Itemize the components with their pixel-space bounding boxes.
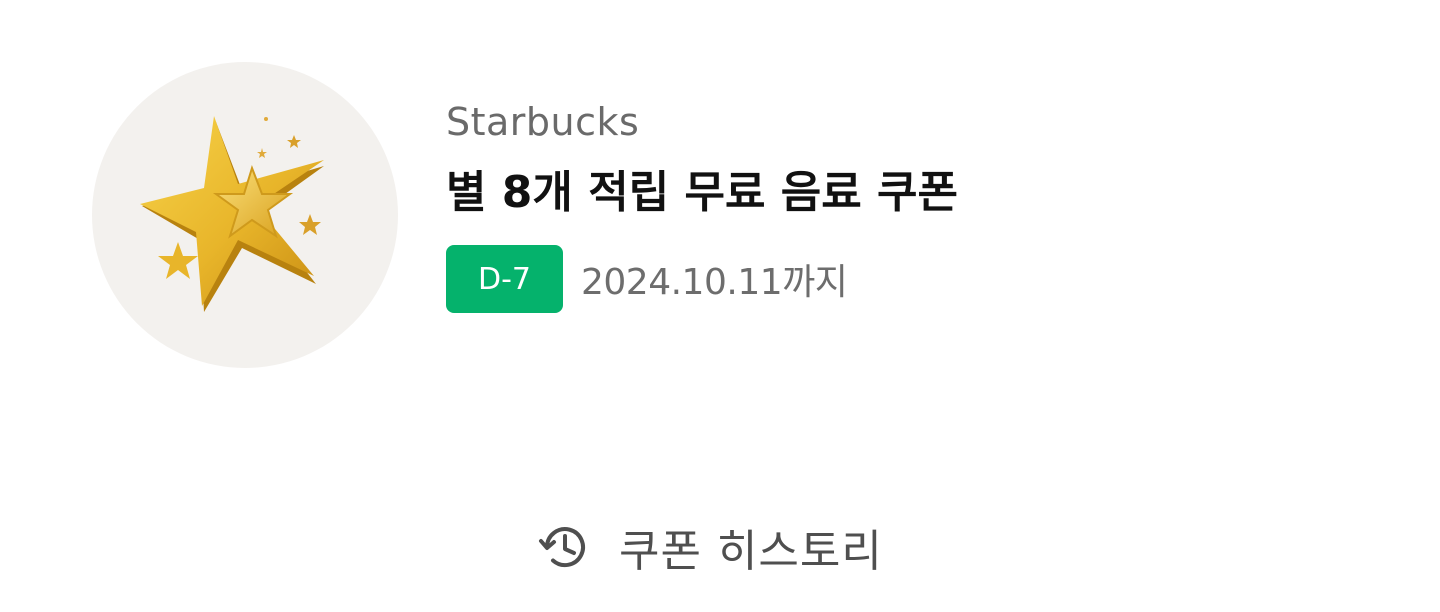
coupon-screen: Starbucks 별 8개 적립 무료 음료 쿠폰 D-7 2024.10.1… xyxy=(0,0,1440,612)
coupon-info: Starbucks 별 8개 적립 무료 음료 쿠폰 D-7 2024.10.1… xyxy=(446,100,959,313)
coupon-title: 별 8개 적립 무료 음료 쿠폰 xyxy=(446,167,959,218)
gold-star-icon xyxy=(140,116,324,312)
expiry-date: 2024.10.11까지 xyxy=(581,262,848,303)
history-label: 쿠폰 히스토리 xyxy=(619,526,883,577)
coupon-thumbnail xyxy=(92,62,398,368)
history-clock-icon xyxy=(537,519,593,575)
coupon-meta: D-7 2024.10.11까지 xyxy=(446,245,958,313)
coupon-card[interactable]: Starbucks 별 8개 적립 무료 음료 쿠폰 D-7 2024.10.1… xyxy=(92,62,1092,368)
brand-name: Starbucks xyxy=(446,100,640,144)
coupon-history-button[interactable]: 쿠폰 히스토리 xyxy=(537,515,883,579)
dday-badge: D-7 xyxy=(446,245,563,313)
